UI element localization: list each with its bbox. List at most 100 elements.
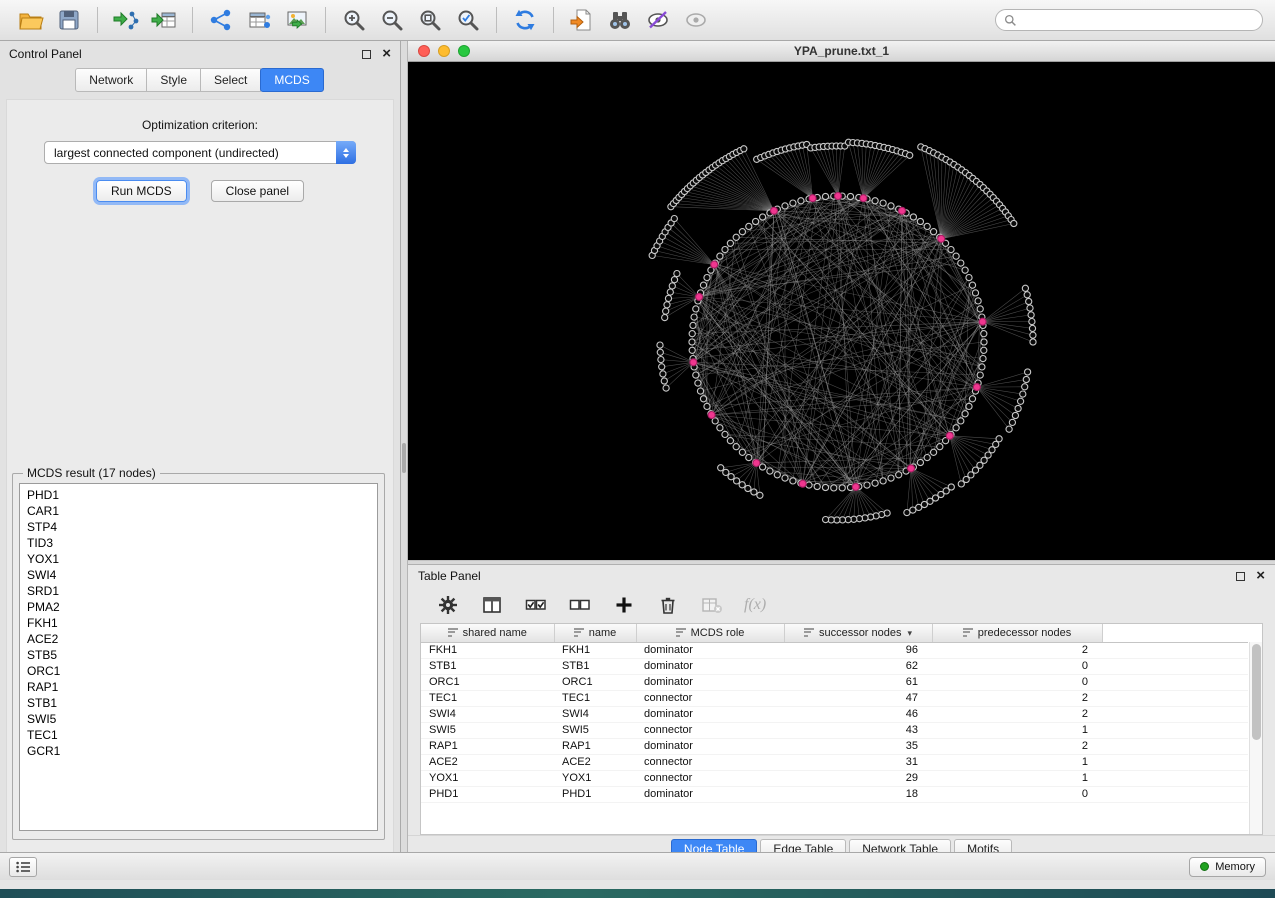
mcds-result-item[interactable]: RAP1	[20, 679, 377, 695]
table-cell[interactable]: 0	[932, 674, 1102, 690]
table-cell[interactable]: SWI5	[554, 722, 636, 738]
vertical-splitter[interactable]	[401, 41, 408, 861]
hide-selected-button[interactable]	[639, 4, 677, 36]
float-table-panel-icon[interactable]	[1236, 572, 1245, 581]
export-document-button[interactable]	[563, 4, 601, 36]
splitter-handle[interactable]	[402, 443, 406, 473]
table-cell[interactable]: connector	[636, 754, 784, 770]
table-cell[interactable]: YOX1	[554, 770, 636, 786]
network-view-canvas[interactable]	[408, 62, 1275, 560]
import-network-button[interactable]	[107, 4, 145, 36]
table-cell[interactable]: FKH1	[554, 642, 636, 658]
table-cell[interactable]: 35	[784, 738, 932, 754]
table-settings-button[interactable]	[436, 593, 460, 617]
table-cell[interactable]: ACE2	[421, 754, 554, 770]
mcds-result-item[interactable]: STB1	[20, 695, 377, 711]
import-table-button[interactable]	[145, 4, 183, 36]
select-all-button[interactable]	[524, 593, 548, 617]
mcds-result-item[interactable]: GCR1	[20, 743, 377, 759]
show-columns-button[interactable]	[480, 593, 504, 617]
table-row[interactable]: TEC1TEC1connector472	[421, 690, 1248, 706]
network-window-titlebar[interactable]: YPA_prune.txt_1	[408, 41, 1275, 62]
table-row[interactable]: YOX1YOX1connector291	[421, 770, 1248, 786]
table-cell[interactable]: 47	[784, 690, 932, 706]
column-header-predecessor-nodes[interactable]: predecessor nodes	[932, 624, 1102, 642]
close-panel-icon[interactable]: ×	[382, 49, 391, 59]
mcds-result-item[interactable]: TEC1	[20, 727, 377, 743]
table-cell[interactable]: 31	[784, 754, 932, 770]
node-table-grid[interactable]: shared namenameMCDS rolesuccessor nodes▾…	[421, 624, 1248, 803]
zoom-in-button[interactable]	[335, 4, 373, 36]
table-cell[interactable]: connector	[636, 722, 784, 738]
table-cell[interactable]: 0	[932, 786, 1102, 802]
table-cell[interactable]: 62	[784, 658, 932, 674]
open-file-button[interactable]	[12, 4, 50, 36]
table-cell[interactable]: dominator	[636, 642, 784, 658]
delete-table-button[interactable]	[700, 593, 724, 617]
table-cell[interactable]: PHD1	[421, 786, 554, 802]
memory-button[interactable]: Memory	[1189, 857, 1266, 877]
table-cell[interactable]: YOX1	[421, 770, 554, 786]
search-box[interactable]	[995, 9, 1263, 31]
table-row[interactable]: SWI4SWI4dominator462	[421, 706, 1248, 722]
sort-chevron-icon[interactable]: ▾	[908, 628, 913, 638]
network-tables-button[interactable]	[240, 4, 278, 36]
table-cell[interactable]: connector	[636, 690, 784, 706]
delete-column-button[interactable]	[656, 593, 680, 617]
table-cell[interactable]: 61	[784, 674, 932, 690]
table-cell[interactable]: 2	[932, 690, 1102, 706]
zoom-fit-button[interactable]	[411, 4, 449, 36]
close-panel-button[interactable]: Close panel	[211, 180, 304, 202]
table-cell[interactable]: 1	[932, 722, 1102, 738]
table-cell[interactable]: 18	[784, 786, 932, 802]
table-cell[interactable]: ORC1	[421, 674, 554, 690]
tab-style[interactable]: Style	[146, 68, 201, 92]
mcds-result-item[interactable]: CAR1	[20, 503, 377, 519]
scrollbar-thumb[interactable]	[1252, 644, 1261, 740]
table-cell[interactable]: 96	[784, 642, 932, 658]
table-row[interactable]: RAP1RAP1dominator352	[421, 738, 1248, 754]
table-cell[interactable]: FKH1	[421, 642, 554, 658]
save-session-button[interactable]	[50, 4, 88, 36]
table-scrollbar[interactable]	[1249, 642, 1262, 834]
mcds-result-item[interactable]: FKH1	[20, 615, 377, 631]
column-header-successor-nodes[interactable]: successor nodes▾	[784, 624, 932, 642]
table-cell[interactable]: 0	[932, 658, 1102, 674]
new-network-button[interactable]	[202, 4, 240, 36]
network-graph[interactable]	[408, 62, 1275, 560]
run-mcds-button[interactable]: Run MCDS	[96, 180, 187, 202]
show-all-button[interactable]	[677, 4, 715, 36]
table-row[interactable]: PHD1PHD1dominator180	[421, 786, 1248, 802]
mcds-result-item[interactable]: ACE2	[20, 631, 377, 647]
deselect-all-button[interactable]	[568, 593, 592, 617]
optimization-criterion-dropdown[interactable]: largest connected component (undirected)	[44, 141, 356, 164]
tab-select[interactable]: Select	[200, 68, 261, 92]
create-column-button[interactable]	[612, 593, 636, 617]
table-cell[interactable]: TEC1	[554, 690, 636, 706]
table-cell[interactable]: 1	[932, 770, 1102, 786]
table-row[interactable]: STB1STB1dominator620	[421, 658, 1248, 674]
tab-mcds[interactable]: MCDS	[260, 68, 323, 92]
table-cell[interactable]: 2	[932, 706, 1102, 722]
table-cell[interactable]: dominator	[636, 786, 784, 802]
mcds-result-item[interactable]: SWI4	[20, 567, 377, 583]
column-header-mcds-role[interactable]: MCDS role	[636, 624, 784, 642]
mcds-result-item[interactable]: PHD1	[20, 487, 377, 503]
mcds-result-item[interactable]: ORC1	[20, 663, 377, 679]
mcds-result-item[interactable]: STP4	[20, 519, 377, 535]
table-cell[interactable]: 29	[784, 770, 932, 786]
export-image-button[interactable]	[278, 4, 316, 36]
table-cell[interactable]: SWI5	[421, 722, 554, 738]
table-cell[interactable]: 1	[932, 754, 1102, 770]
table-cell[interactable]: 2	[932, 642, 1102, 658]
table-cell[interactable]: 43	[784, 722, 932, 738]
table-cell[interactable]: connector	[636, 770, 784, 786]
zoom-out-button[interactable]	[373, 4, 411, 36]
search-network-button[interactable]	[601, 4, 639, 36]
table-row[interactable]: ORC1ORC1dominator610	[421, 674, 1248, 690]
column-header-shared-name[interactable]: shared name	[421, 624, 554, 642]
table-cell[interactable]: ORC1	[554, 674, 636, 690]
float-panel-icon[interactable]	[362, 50, 371, 59]
table-cell[interactable]: STB1	[421, 658, 554, 674]
table-row[interactable]: FKH1FKH1dominator962	[421, 642, 1248, 658]
